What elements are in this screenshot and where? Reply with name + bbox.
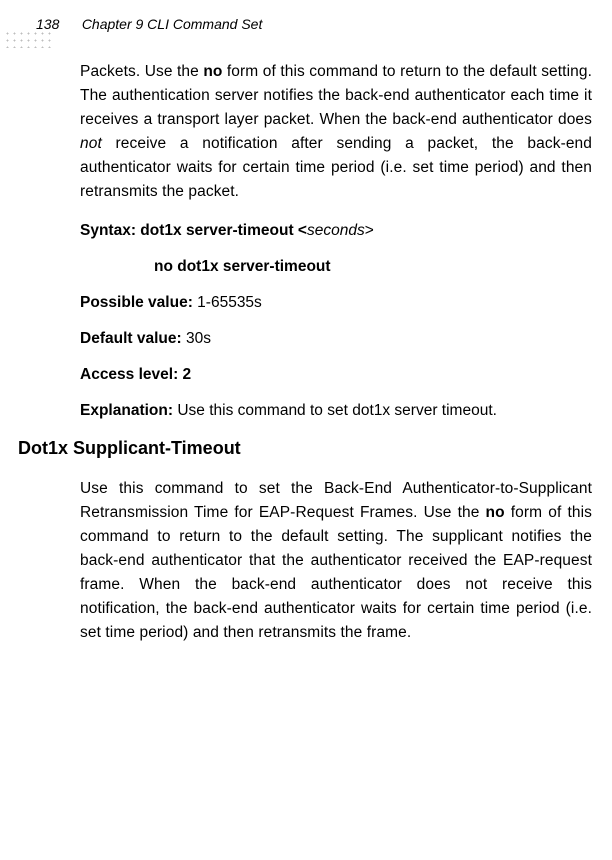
access-label: Access level: 2	[80, 366, 191, 383]
explanation-label: Explanation:	[80, 402, 177, 419]
intro-paragraph: Packets. Use the no form of this command…	[80, 60, 592, 204]
explanation-val: Use this command to set dot1x server tim…	[177, 402, 497, 419]
syntax-end: >	[365, 222, 374, 239]
syntax-label: Syntax: dot1x server-timeout <	[80, 222, 307, 239]
chapter-title: Chapter 9 CLI Command Set	[82, 16, 263, 32]
possible-val: 1-65535s	[197, 294, 262, 311]
default-label: Default value:	[80, 330, 186, 347]
default-val: 30s	[186, 330, 211, 347]
access-level: Access level: 2	[80, 366, 592, 384]
no-form-line: no dot1x server-timeout	[154, 258, 592, 276]
content-area: Packets. Use the no form of this command…	[80, 60, 592, 663]
page: 138 Chapter 9 CLI Command Set Packets. U…	[0, 0, 612, 860]
section-heading: Dot1x Supplicant-Timeout	[18, 438, 530, 459]
syntax-arg: seconds	[307, 222, 365, 239]
explanation: Explanation: Use this command to set dot…	[80, 402, 592, 420]
second-paragraph: Use this command to set the Back-End Aut…	[80, 477, 592, 645]
text: receive a notification after sending a p…	[80, 135, 592, 200]
text: form of this command to return to the de…	[80, 504, 592, 641]
page-header: 138 Chapter 9 CLI Command Set	[0, 15, 612, 33]
possible-value: Possible value: 1-65535s	[80, 294, 592, 312]
keyword-no: no	[486, 504, 505, 521]
keyword-not: not	[80, 135, 102, 152]
default-value: Default value: 30s	[80, 330, 592, 348]
text: Packets. Use the	[80, 63, 203, 80]
possible-label: Possible value:	[80, 294, 197, 311]
syntax-line: Syntax: dot1x server-timeout <seconds>	[80, 222, 592, 240]
keyword-no: no	[203, 63, 222, 80]
page-number: 138	[36, 16, 59, 32]
